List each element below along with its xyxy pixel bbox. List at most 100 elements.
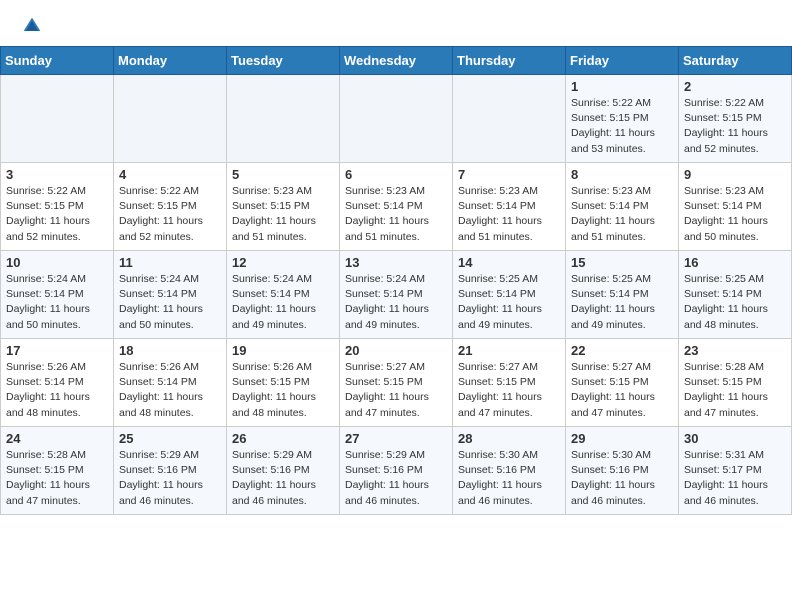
day-info: Sunrise: 5:22 AM Sunset: 5:15 PM Dayligh… [119, 184, 221, 245]
day-info: Sunrise: 5:25 AM Sunset: 5:14 PM Dayligh… [458, 272, 560, 333]
day-info: Sunrise: 5:30 AM Sunset: 5:16 PM Dayligh… [458, 448, 560, 509]
day-info: Sunrise: 5:23 AM Sunset: 5:14 PM Dayligh… [458, 184, 560, 245]
calendar-cell: 29Sunrise: 5:30 AM Sunset: 5:16 PM Dayli… [566, 427, 679, 515]
calendar-cell: 18 Sunrise: 5:26 AM Sunset: 5:14 PM Dayli… [114, 339, 227, 427]
day-info: Sunrise: 5:27 AM Sunset: 5:15 PM Dayligh… [458, 360, 560, 421]
day-info: Sunrise: 5:25 AM Sunset: 5:14 PM Dayligh… [684, 272, 786, 333]
day-info: Sunrise: 5:25 AM Sunset: 5:14 PM Dayligh… [571, 272, 673, 333]
day-number: 2 [684, 79, 786, 94]
weekday-header-monday: Monday [114, 47, 227, 75]
day-number: 1 [571, 79, 673, 94]
logo-icon [22, 16, 42, 36]
day-info: Sunrise: 5:23 AM Sunset: 5:14 PM Dayligh… [684, 184, 786, 245]
weekday-header-wednesday: Wednesday [340, 47, 453, 75]
calendar-cell: 12 Sunrise: 5:24 AM Sunset: 5:14 PM Dayli… [227, 251, 340, 339]
weekday-header-thursday: Thursday [453, 47, 566, 75]
calendar-cell: 11Sunrise: 5:24 AM Sunset: 5:14 PM Dayli… [114, 251, 227, 339]
day-info: Sunrise: 5:29 AM Sunset: 5:16 PM Dayligh… [119, 448, 221, 509]
day-number: 11 [119, 255, 221, 270]
day-number: 5 [232, 167, 334, 182]
calendar-cell [340, 75, 453, 163]
weekday-header-friday: Friday [566, 47, 679, 75]
logo [20, 16, 42, 36]
day-info: Sunrise: 5:22 AM Sunset: 5:15 PM Dayligh… [6, 184, 108, 245]
calendar-cell: 25 Sunrise: 5:29 AM Sunset: 5:16 PM Dayli… [114, 427, 227, 515]
day-number: 27 [345, 431, 447, 446]
day-number: 28 [458, 431, 560, 446]
day-number: 15 [571, 255, 673, 270]
calendar-cell: 7 Sunrise: 5:23 AM Sunset: 5:14 PM Daylig… [453, 163, 566, 251]
calendar-week-5: 24 Sunrise: 5:28 AM Sunset: 5:15 PM Dayli… [1, 427, 792, 515]
day-info: Sunrise: 5:26 AM Sunset: 5:14 PM Dayligh… [6, 360, 108, 421]
day-number: 24 [6, 431, 108, 446]
calendar-cell [114, 75, 227, 163]
day-number: 25 [119, 431, 221, 446]
calendar-cell: 23 Sunrise: 5:28 AM Sunset: 5:15 PM Dayli… [679, 339, 792, 427]
day-number: 12 [232, 255, 334, 270]
calendar-cell: 19Sunrise: 5:26 AM Sunset: 5:15 PM Dayli… [227, 339, 340, 427]
day-number: 20 [345, 343, 447, 358]
calendar-cell: 28 Sunrise: 5:30 AM Sunset: 5:16 PM Dayli… [453, 427, 566, 515]
calendar-cell: 2 Sunrise: 5:22 AM Sunset: 5:15 PM Daylig… [679, 75, 792, 163]
calendar-week-3: 10Sunrise: 5:24 AM Sunset: 5:14 PM Dayli… [1, 251, 792, 339]
day-number: 23 [684, 343, 786, 358]
calendar-week-1: 1 Sunrise: 5:22 AM Sunset: 5:15 PM Daylig… [1, 75, 792, 163]
day-number: 9 [684, 167, 786, 182]
calendar-cell [227, 75, 340, 163]
calendar-cell: 22 Sunrise: 5:27 AM Sunset: 5:15 PM Dayli… [566, 339, 679, 427]
calendar-cell: 9 Sunrise: 5:23 AM Sunset: 5:14 PM Daylig… [679, 163, 792, 251]
day-info: Sunrise: 5:24 AM Sunset: 5:14 PM Dayligh… [232, 272, 334, 333]
calendar-cell: 14 Sunrise: 5:25 AM Sunset: 5:14 PM Dayli… [453, 251, 566, 339]
day-info: Sunrise: 5:31 AM Sunset: 5:17 PM Dayligh… [684, 448, 786, 509]
weekday-header-saturday: Saturday [679, 47, 792, 75]
calendar-cell: 24 Sunrise: 5:28 AM Sunset: 5:15 PM Dayli… [1, 427, 114, 515]
day-info: Sunrise: 5:28 AM Sunset: 5:15 PM Dayligh… [6, 448, 108, 509]
day-info: Sunrise: 5:26 AM Sunset: 5:14 PM Dayligh… [119, 360, 221, 421]
day-number: 30 [684, 431, 786, 446]
day-info: Sunrise: 5:26 AM Sunset: 5:15 PM Dayligh… [232, 360, 334, 421]
day-number: 6 [345, 167, 447, 182]
calendar-cell: 4 Sunrise: 5:22 AM Sunset: 5:15 PM Daylig… [114, 163, 227, 251]
calendar-cell: 5 Sunrise: 5:23 AM Sunset: 5:15 PM Daylig… [227, 163, 340, 251]
day-info: Sunrise: 5:23 AM Sunset: 5:14 PM Dayligh… [345, 184, 447, 245]
day-number: 7 [458, 167, 560, 182]
day-number: 4 [119, 167, 221, 182]
calendar-week-4: 17 Sunrise: 5:26 AM Sunset: 5:14 PM Dayli… [1, 339, 792, 427]
day-info: Sunrise: 5:29 AM Sunset: 5:16 PM Dayligh… [345, 448, 447, 509]
day-number: 21 [458, 343, 560, 358]
calendar-cell: 17 Sunrise: 5:26 AM Sunset: 5:14 PM Dayli… [1, 339, 114, 427]
calendar-cell: 21 Sunrise: 5:27 AM Sunset: 5:15 PM Dayli… [453, 339, 566, 427]
day-info: Sunrise: 5:23 AM Sunset: 5:14 PM Dayligh… [571, 184, 673, 245]
calendar-cell: 16 Sunrise: 5:25 AM Sunset: 5:14 PM Dayli… [679, 251, 792, 339]
day-number: 17 [6, 343, 108, 358]
day-info: Sunrise: 5:27 AM Sunset: 5:15 PM Dayligh… [571, 360, 673, 421]
calendar-cell: 10Sunrise: 5:24 AM Sunset: 5:14 PM Dayli… [1, 251, 114, 339]
day-number: 26 [232, 431, 334, 446]
day-number: 8 [571, 167, 673, 182]
calendar-cell: 30 Sunrise: 5:31 AM Sunset: 5:17 PM Dayli… [679, 427, 792, 515]
day-info: Sunrise: 5:22 AM Sunset: 5:15 PM Dayligh… [571, 96, 673, 157]
day-info: Sunrise: 5:27 AM Sunset: 5:15 PM Dayligh… [345, 360, 447, 421]
calendar-cell: 3 Sunrise: 5:22 AM Sunset: 5:15 PM Daylig… [1, 163, 114, 251]
day-info: Sunrise: 5:22 AM Sunset: 5:15 PM Dayligh… [684, 96, 786, 157]
day-info: Sunrise: 5:24 AM Sunset: 5:14 PM Dayligh… [6, 272, 108, 333]
day-number: 18 [119, 343, 221, 358]
calendar-cell: 20 Sunrise: 5:27 AM Sunset: 5:15 PM Dayli… [340, 339, 453, 427]
calendar-cell: 15 Sunrise: 5:25 AM Sunset: 5:14 PM Dayli… [566, 251, 679, 339]
calendar-cell: 13Sunrise: 5:24 AM Sunset: 5:14 PM Dayli… [340, 251, 453, 339]
day-number: 3 [6, 167, 108, 182]
day-number: 29 [571, 431, 673, 446]
day-number: 13 [345, 255, 447, 270]
weekday-header-tuesday: Tuesday [227, 47, 340, 75]
weekday-header-sunday: Sunday [1, 47, 114, 75]
calendar-cell: 1 Sunrise: 5:22 AM Sunset: 5:15 PM Daylig… [566, 75, 679, 163]
day-info: Sunrise: 5:28 AM Sunset: 5:15 PM Dayligh… [684, 360, 786, 421]
page-header [0, 0, 792, 46]
calendar-cell: 27 Sunrise: 5:29 AM Sunset: 5:16 PM Dayli… [340, 427, 453, 515]
day-info: Sunrise: 5:23 AM Sunset: 5:15 PM Dayligh… [232, 184, 334, 245]
day-number: 22 [571, 343, 673, 358]
calendar-cell [453, 75, 566, 163]
day-number: 16 [684, 255, 786, 270]
day-number: 14 [458, 255, 560, 270]
calendar-cell [1, 75, 114, 163]
